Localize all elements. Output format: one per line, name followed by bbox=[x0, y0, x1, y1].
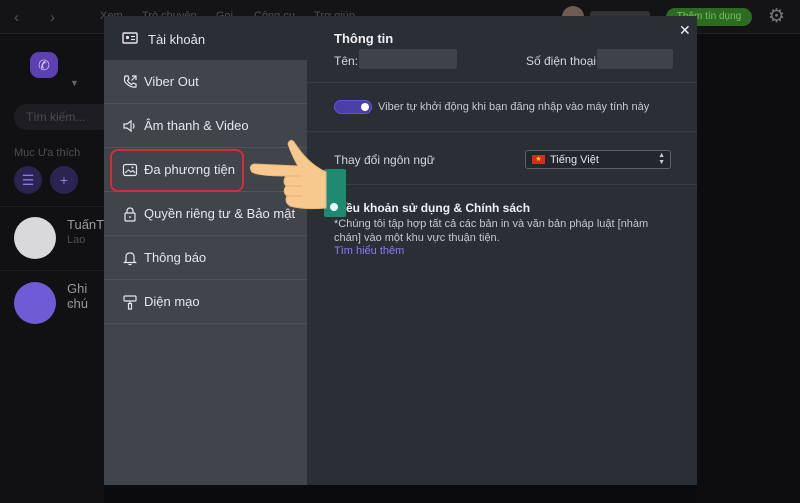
sidebar-item-account[interactable]: Tài khoản bbox=[104, 16, 307, 60]
phone-out-icon bbox=[123, 75, 137, 88]
divider bbox=[307, 82, 697, 83]
back-arrow-icon[interactable]: ‹ bbox=[14, 9, 19, 26]
name-label: Tên: bbox=[334, 54, 359, 68]
startup-toggle-label: Viber tự khởi động khi bạn đăng nhập vào… bbox=[378, 101, 650, 113]
forward-arrow-icon[interactable]: › bbox=[50, 9, 55, 26]
divider bbox=[0, 270, 104, 271]
notes-avatar[interactable] bbox=[14, 282, 56, 324]
contact-avatar[interactable] bbox=[14, 217, 56, 259]
info-section-title: Thông tin bbox=[334, 31, 394, 46]
language-selected-value: Tiếng Việt bbox=[550, 154, 599, 166]
phone-value-blurred bbox=[597, 49, 673, 69]
sidebar-item-label: Diện mạo bbox=[144, 294, 200, 309]
chat-subtitle: Lao bbox=[67, 234, 86, 246]
favorites-list-icon[interactable]: ☰ bbox=[14, 166, 42, 194]
paint-roller-icon bbox=[123, 295, 137, 310]
account-card-icon bbox=[122, 32, 138, 44]
sidebar-item-notifications[interactable]: Thông báo bbox=[104, 236, 307, 280]
search-input[interactable]: Tìm kiếm... bbox=[14, 104, 114, 130]
divider bbox=[0, 206, 104, 207]
chat-list-pane: ✆ ▼ Tìm kiếm... Mục Ưa thích ☰ + TuấnTu … bbox=[0, 34, 114, 503]
select-arrows-icon: ▲ ▼ bbox=[658, 152, 665, 166]
add-favorite-icon[interactable]: + bbox=[50, 166, 78, 194]
chat-subtitle: + bbox=[67, 300, 74, 312]
bell-icon bbox=[123, 252, 137, 266]
settings-dialog: Tài khoản Viber Out Âm thanh & Video Đa … bbox=[104, 16, 697, 485]
viber-logo-icon[interactable]: ✆ bbox=[30, 52, 58, 78]
sidebar-item-label: Viber Out bbox=[144, 74, 199, 89]
pointing-hand-icon bbox=[249, 139, 346, 217]
speaker-icon bbox=[123, 119, 135, 133]
vietnam-flag-icon: ★ bbox=[532, 155, 545, 164]
settings-content: ✕ Thông tin Tên: Số điện thoại: Viber tự… bbox=[307, 16, 697, 485]
sidebar-item-appearance[interactable]: Diện mạo bbox=[104, 280, 307, 324]
sidebar-item-label: Âm thanh & Video bbox=[144, 118, 249, 133]
sidebar-item-label: Tài khoản bbox=[148, 32, 206, 47]
startup-toggle[interactable] bbox=[334, 100, 372, 114]
highlight-frame bbox=[110, 149, 244, 192]
toggle-knob bbox=[361, 103, 369, 111]
lock-icon bbox=[124, 207, 136, 222]
divider bbox=[307, 184, 697, 185]
learn-more-link[interactable]: Tìm hiểu thêm bbox=[334, 245, 404, 257]
favorites-label: Mục Ưa thích bbox=[14, 147, 81, 159]
name-value-blurred bbox=[359, 49, 457, 69]
close-icon[interactable]: ✕ bbox=[679, 22, 691, 39]
terms-title: Điều khoản sử dụng & Chính sách bbox=[334, 201, 531, 215]
sidebar-item-viber-out[interactable]: Viber Out bbox=[104, 60, 307, 104]
divider bbox=[307, 131, 697, 132]
gear-icon[interactable]: ⚙ bbox=[768, 5, 785, 28]
terms-description: *Chúng tôi tập hợp tất cả các bản in và … bbox=[334, 218, 649, 244]
chevron-down-icon[interactable]: ▼ bbox=[70, 78, 79, 88]
language-select[interactable]: ★ Tiếng Việt ▲ ▼ bbox=[525, 150, 671, 169]
phone-label: Số điện thoại: bbox=[526, 54, 600, 68]
settings-sidebar: Tài khoản Viber Out Âm thanh & Video Đa … bbox=[104, 16, 307, 485]
sidebar-item-label: Thông báo bbox=[144, 250, 207, 265]
conversation-pane bbox=[697, 34, 800, 503]
